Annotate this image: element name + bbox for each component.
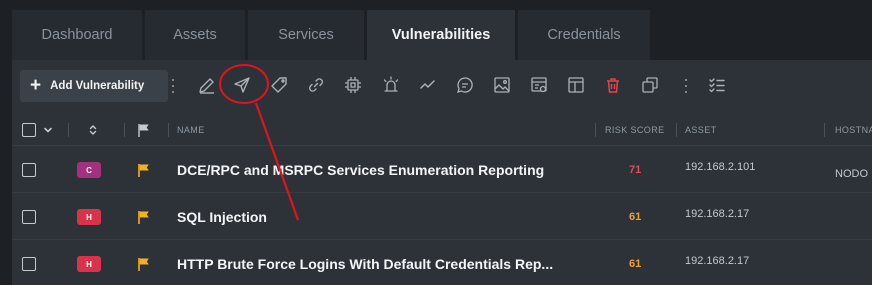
toolbar: + Add Vulnerability — [12, 60, 872, 112]
comment-icon[interactable] — [454, 74, 476, 96]
tab-services[interactable]: Services — [248, 10, 364, 60]
severity-badge: H — [77, 241, 101, 285]
cpu-icon[interactable] — [342, 74, 364, 96]
flag-icon[interactable] — [136, 147, 152, 193]
add-vulnerability-label: Add Vulnerability — [50, 80, 145, 92]
asset-ip[interactable]: 192.168.2.101 — [685, 147, 755, 187]
flag-header-icon[interactable] — [136, 114, 152, 146]
alarm-icon[interactable] — [380, 74, 402, 96]
vulnerability-name[interactable]: HTTP Brute Force Logins With Default Cre… — [177, 241, 553, 285]
vulnerability-name[interactable]: DCE/RPC and MSRPC Services Enumeration R… — [177, 147, 544, 193]
row-checkbox[interactable] — [22, 147, 36, 193]
column-header-name[interactable]: NAME — [177, 114, 205, 146]
delete-icon[interactable] — [602, 74, 624, 96]
tab-dashboard[interactable]: Dashboard — [12, 10, 142, 60]
flag-icon[interactable] — [136, 241, 152, 285]
flag-icon[interactable] — [136, 194, 152, 240]
asset-ip[interactable]: 192.168.2.17 — [685, 194, 749, 234]
add-vulnerability-button[interactable]: + Add Vulnerability — [20, 70, 168, 102]
severity-badge: C — [77, 147, 101, 193]
vulnerability-name[interactable]: SQL Injection — [177, 194, 267, 240]
row-checkbox[interactable] — [22, 194, 36, 240]
select-all-checkbox[interactable] — [22, 114, 36, 146]
risk-score: 61 — [629, 211, 642, 223]
row-checkbox[interactable] — [22, 241, 36, 285]
table-row[interactable]: H HTTP Brute Force Logins With Default C… — [12, 241, 872, 285]
edit-icon[interactable] — [196, 74, 218, 96]
asset-ip[interactable]: 192.168.2.17 — [685, 241, 749, 281]
severity-badge: H — [77, 194, 101, 240]
column-header-risk-score[interactable]: RISK SCORE — [605, 114, 665, 146]
vulnerabilities-panel: + Add Vulnerability NAME RISK SCORE ASSE… — [12, 60, 872, 285]
risk-score: 61 — [629, 258, 642, 270]
table-header: NAME RISK SCORE ASSET HOSTNA — [12, 114, 872, 146]
send-icon[interactable] — [231, 74, 253, 96]
image-icon[interactable] — [491, 74, 513, 96]
risk-score: 71 — [629, 164, 642, 176]
sort-icon[interactable] — [88, 114, 98, 146]
chevron-down-icon[interactable] — [43, 114, 53, 146]
column-header-asset[interactable]: ASSET — [685, 114, 717, 146]
tab-assets[interactable]: Assets — [145, 10, 245, 60]
hostname: NODO — [835, 168, 868, 180]
tab-credentials[interactable]: Credentials — [518, 10, 650, 60]
toolbar-more-icon[interactable] — [171, 79, 174, 93]
tab-vulnerabilities[interactable]: Vulnerabilities — [367, 10, 515, 60]
trend-icon[interactable] — [417, 74, 439, 96]
table-row[interactable]: C DCE/RPC and MSRPC Services Enumeration… — [12, 147, 872, 193]
checklist-icon[interactable] — [706, 74, 728, 96]
plus-icon: + — [30, 74, 42, 96]
layout-icon[interactable] — [565, 74, 587, 96]
tab-bar: Dashboard Assets Services Vulnerabilitie… — [0, 0, 872, 60]
table-row[interactable]: H SQL Injection 61 192.168.2.17 — [12, 194, 872, 240]
duplicate-icon[interactable] — [639, 74, 661, 96]
column-header-hostname[interactable]: HOSTNA — [835, 114, 872, 146]
toolbar-more-icon[interactable] — [684, 79, 687, 93]
link-icon[interactable] — [305, 74, 327, 96]
tag-icon[interactable] — [268, 74, 290, 96]
report-icon[interactable] — [528, 74, 550, 96]
